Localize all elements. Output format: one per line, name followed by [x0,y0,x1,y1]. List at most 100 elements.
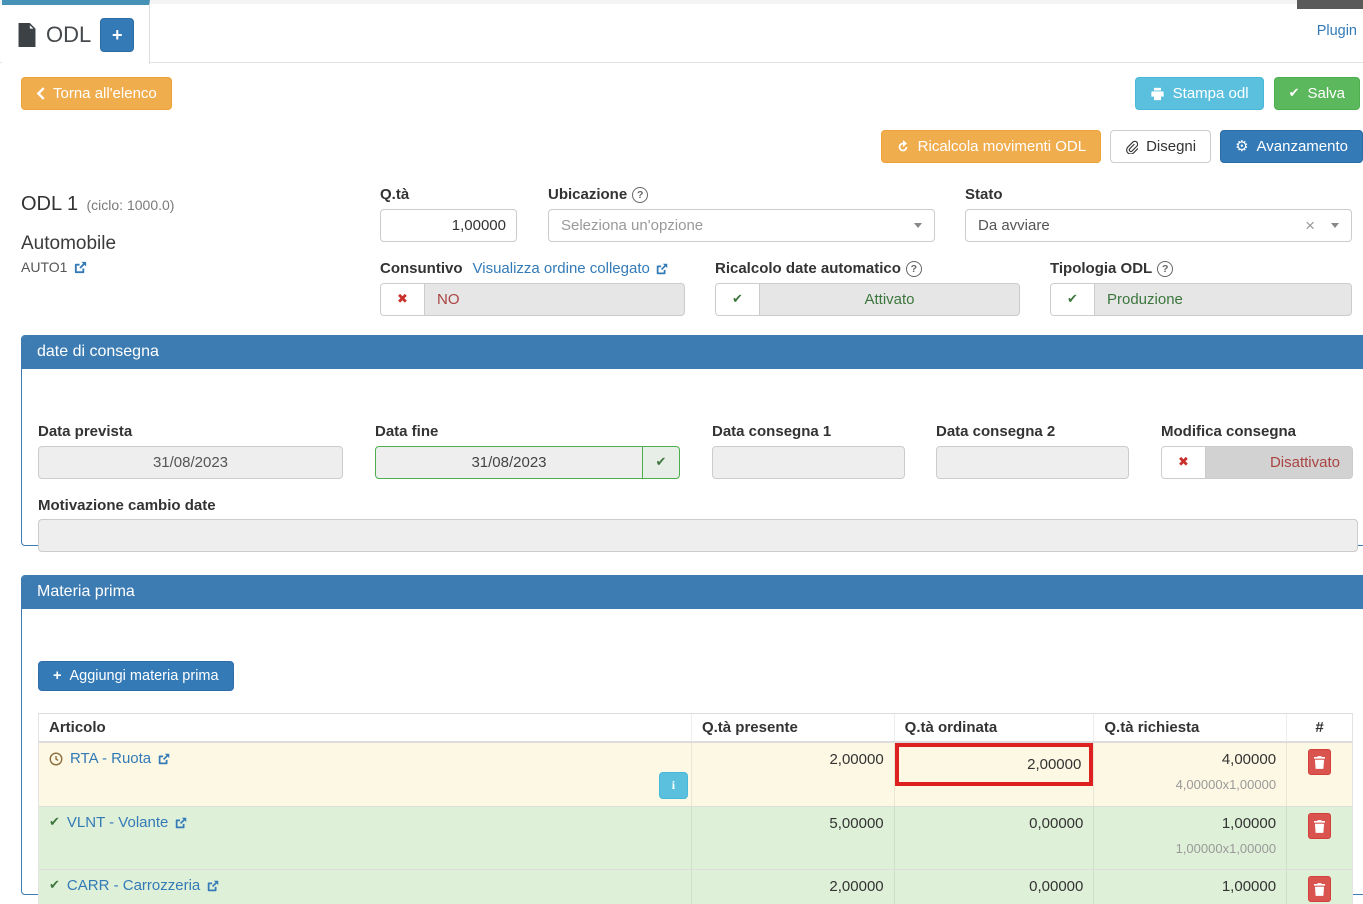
raw-materials-panel: Materia prima + Aggiungi materia prima A… [21,575,1363,895]
qty-ordered-value: 0,00000 [894,807,1094,869]
col-qty-required: Q.tà richiesta [1093,714,1286,741]
tab-odl[interactable]: ODL + [2,0,150,64]
delivery-date-2-input[interactable] [936,446,1129,479]
odl-type-toggle[interactable]: ✔ Produzione [1050,283,1352,316]
col-qty-ordered: Q.tà ordinata [894,714,1094,741]
change-delivery-value: Disattivato [1206,447,1352,478]
qty-required-value: 1,00000 [1104,878,1276,895]
refresh-icon [896,140,910,154]
auto-date-recalc-toggle[interactable]: ✔ Attivato [715,283,1020,316]
article-link[interactable]: VLNT - Volante [67,814,188,831]
help-icon: ? [632,187,648,203]
product-name: Automobile [21,233,174,255]
check-icon: ✔ [49,879,60,892]
col-actions: # [1286,714,1352,741]
location-placeholder: Seleziona un'opzione [561,217,914,234]
new-tab-button[interactable]: + [100,18,134,52]
file-icon [17,23,37,47]
add-raw-material-label: Aggiungi materia prima [69,668,218,684]
table-row: ✔ CARR - Carrozzeria 2,00000 0,00000 1,0… [39,869,1352,904]
end-date-input[interactable] [375,446,643,479]
auto-date-recalc-label: Ricalcolo date automatico ? [715,260,922,277]
odl-type-label: Tipologia ODL ? [1050,260,1173,277]
article-link[interactable]: CARR - Carrozzeria [67,877,220,894]
delivery-dates-panel-title: date di consegna [22,336,1363,369]
qty-present-value: 2,00000 [691,870,894,904]
add-raw-material-button[interactable]: + Aggiungi materia prima [38,661,234,691]
delete-button[interactable] [1308,876,1331,902]
clear-icon[interactable]: × [1305,217,1315,234]
print-odl-button[interactable]: Stampa odl [1135,77,1264,110]
help-icon: ? [906,261,922,277]
consuntivo-toggle[interactable]: ✖ NO [380,283,685,316]
delete-button[interactable] [1308,749,1331,775]
progress-button[interactable]: ⚙ Avanzamento [1220,130,1363,163]
tab-title: ODL [46,22,91,48]
end-date-confirm-button[interactable]: ✔ [643,446,680,479]
delivery-date-1-label: Data consegna 1 [712,423,831,440]
table-row: ✔ VLNT - Volante 5,00000 0,00000 1,00000… [39,806,1352,869]
trash-icon [1314,756,1325,769]
qty-input[interactable] [380,209,517,242]
product-external-link-icon[interactable] [73,260,88,275]
status-value: Da avviare [978,217,1305,234]
change-delivery-label: Modifica consegna [1161,423,1296,440]
tab-bar: ODL + Plugin [0,0,1363,63]
toolbar-secondary: Ricalcola movimenti ODL Disegni ⚙ Avanza… [881,130,1363,163]
delivery-date-1-input[interactable] [712,446,905,479]
info-button[interactable]: i [659,772,688,799]
check-icon: ✔ [656,456,667,469]
end-date-label: Data fine [375,423,438,440]
chevron-down-icon [914,223,922,228]
status-select[interactable]: Da avviare × [965,209,1352,242]
trash-icon [1314,820,1325,833]
paperclip-icon [1125,140,1138,154]
qty-present-value: 2,00000 [691,743,894,806]
qty-required-detail: 4,00000x1,00000 [1104,777,1276,792]
status-label: Stato [965,186,1003,203]
location-select[interactable]: Seleziona un'opzione [548,209,935,242]
print-odl-label: Stampa odl [1173,85,1249,102]
save-label: Salva [1307,85,1345,102]
qty-required-value: 1,00000 [1104,815,1276,832]
check-icon: ✔ [732,293,743,306]
expected-date-input[interactable] [38,446,343,479]
top-strip [0,0,1363,4]
drawings-button[interactable]: Disegni [1110,130,1211,163]
qty-present-value: 5,00000 [691,807,894,869]
expected-date-label: Data prevista [38,423,132,440]
qty-label: Q.tà [380,186,409,203]
location-label: Ubicazione ? [548,186,648,203]
plugin-link[interactable]: Plugin [1317,23,1357,39]
plus-icon: + [53,668,61,684]
article-link[interactable]: RTA - Ruota [70,750,171,767]
recalc-movements-label: Ricalcola movimenti ODL [918,138,1086,155]
recalc-movements-button[interactable]: Ricalcola movimenti ODL [881,130,1101,163]
x-icon: ✖ [397,293,408,306]
delivery-date-2-label: Data consegna 2 [936,423,1055,440]
raw-materials-table: Articolo Q.tà presente Q.tà ordinata Q.t… [38,713,1353,904]
change-reason-input[interactable] [38,519,1358,552]
save-button[interactable]: ✔ Salva [1274,77,1360,110]
qty-required-detail: 1,00000x1,00000 [1104,841,1276,856]
toolbar-right: Stampa odl ✔ Salva [1135,77,1360,110]
change-delivery-toggle[interactable]: ✖ Disattivato [1161,446,1353,479]
highlighted-qty-ordered: 2,00000 [895,743,1094,786]
linked-order-link[interactable]: Visualizza ordine collegato [473,260,669,277]
end-date-group: ✔ [375,446,680,479]
check-icon: ✔ [1067,293,1078,306]
help-icon: ? [1157,261,1173,277]
raw-materials-panel-title: Materia prima [22,576,1363,609]
chevron-down-icon [1331,223,1339,228]
change-reason-label: Motivazione cambio date [38,497,216,514]
consuntivo-value: NO [425,284,684,315]
progress-label: Avanzamento [1257,138,1348,155]
page-title: ODL 1 [21,193,78,215]
scrollbar-thumb[interactable] [1297,0,1363,9]
printer-icon [1150,87,1165,101]
delete-button[interactable] [1308,813,1331,839]
product-code: AUTO1 [21,259,67,275]
x-icon: ✖ [1178,456,1189,469]
back-button[interactable]: Torna all'elenco [21,77,172,110]
odl-type-value: Produzione [1095,284,1351,315]
